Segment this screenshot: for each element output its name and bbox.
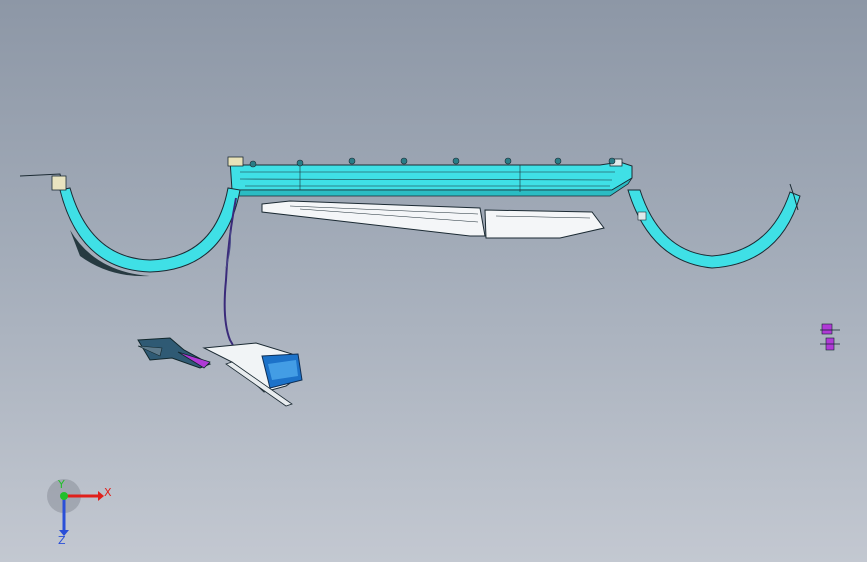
orientation-triad: X Y Z [47,478,112,547]
small-clip-part[interactable] [820,323,840,351]
cad-3d-viewport[interactable]: X Y Z [0,0,867,562]
y-axis-dot [60,492,68,500]
lamp-bracket[interactable] [137,337,212,369]
grille-panel[interactable] [261,200,605,239]
model-scene[interactable] [0,0,867,562]
right-wheel-arch[interactable] [627,183,801,269]
bumper-beam[interactable] [227,156,633,197]
y-axis-label: Y [57,478,65,491]
left-wheel-arch[interactable] [19,173,241,277]
z-axis-label: Z [58,534,66,547]
headlamp-assembly[interactable] [202,342,303,407]
x-axis-label: X [104,486,112,499]
